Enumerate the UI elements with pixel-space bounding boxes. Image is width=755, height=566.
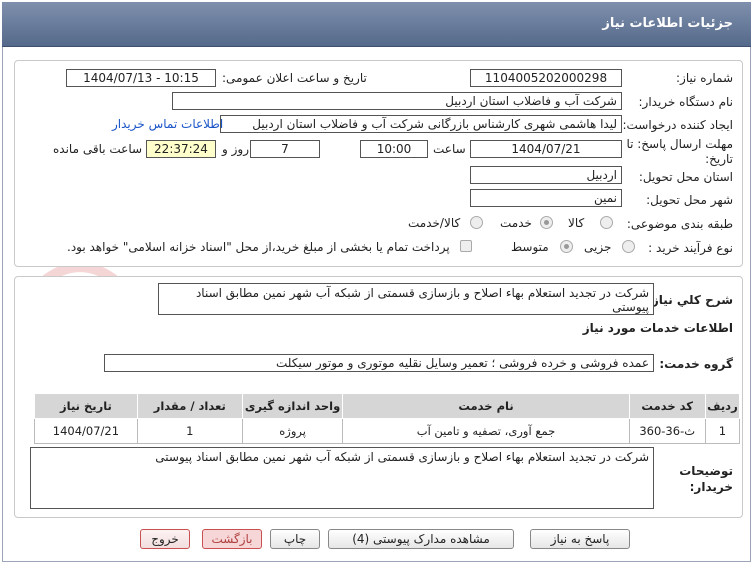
summary-textarea[interactable]: شرکت در تجدید استعلام بهاء اصلاح و بازسا…	[158, 283, 654, 315]
city-field: نمین	[470, 189, 622, 207]
deadline-date-field: 1404/07/21	[470, 140, 622, 158]
col-row-number: ردیف	[704, 393, 741, 419]
col-quantity: تعداد / مقدار	[136, 393, 243, 419]
cell-service-code: ث-36-360	[628, 418, 706, 444]
creator-field: لیدا هاشمی شهری کارشناس بازرگانی شرکت آب…	[220, 115, 622, 133]
col-service-code: کد خدمت	[628, 393, 706, 419]
col-need-date: تاریخ نیاز	[34, 393, 138, 419]
buyer-org-label: نام دستگاه خریدار:	[638, 95, 734, 109]
category-radio-service[interactable]	[540, 216, 553, 229]
creator-label: ایجاد کننده درخواست:	[622, 118, 733, 132]
category-label: طبقه بندی موضوعی:	[626, 217, 733, 231]
back-button[interactable]: بازگشت	[202, 529, 262, 549]
header-bar: جزئیات اطلاعات نیاز	[2, 2, 751, 47]
buyer-org-field: شرکت آب و فاضلاب استان اردبیل	[172, 92, 622, 110]
cell-need-date: 1404/07/21	[34, 418, 138, 444]
summary-label: شرح کلي نياز:	[647, 293, 733, 307]
service-group-label: گروه خدمت:	[659, 357, 733, 371]
category-option-goods-service: کالا/خدمت	[408, 216, 461, 230]
cell-service-name: جمع آوری، تصفیه و تامین آب	[342, 418, 630, 444]
province-label: استان محل تحویل:	[638, 170, 733, 184]
buyer-notes-label-2: خریدار:	[689, 480, 733, 494]
buyer-contact-link[interactable]: اطلاعات تماس خریدار	[112, 117, 223, 131]
process-label: نوع فرآیند خرید :	[648, 241, 733, 255]
deadline-time-label: ساعت	[433, 142, 466, 156]
deadline-label: مهلت ارسال پاسخ: تا	[626, 137, 733, 151]
col-unit: واحد اندازه گیری	[241, 393, 344, 419]
category-radio-goods-service[interactable]	[470, 216, 483, 229]
category-option-goods: کالا	[568, 216, 585, 230]
remaining-time-field: 22:37:24	[146, 140, 216, 158]
process-option-minor: جزیی	[584, 240, 612, 254]
col-service-name: نام خدمت	[342, 393, 630, 419]
need-number-field: 1104005202000298	[470, 69, 622, 87]
days-field: 7	[250, 140, 320, 158]
cell-row-number: 1	[704, 418, 741, 444]
buyer-notes-label: توضیحات	[679, 464, 733, 478]
announce-field: 1404/07/13 - 10:15	[66, 69, 216, 87]
need-number-label: شماره نیاز:	[676, 71, 733, 85]
services-table-header: ردیف کد خدمت نام خدمت واحد اندازه گیری ت…	[34, 393, 741, 419]
province-field: اردبیل	[470, 166, 622, 184]
reply-button[interactable]: پاسخ به نیاز	[530, 529, 630, 549]
remaining-label: ساعت باقی مانده	[53, 142, 143, 156]
view-attachments-button[interactable]: مشاهده مدارک پیوستی (4)	[328, 529, 514, 549]
process-radio-minor[interactable]	[622, 240, 635, 253]
treasury-payment-checkbox[interactable]	[460, 240, 472, 252]
city-label: شهر محل تحویل:	[646, 193, 733, 207]
table-row[interactable]: 1 ث-36-360 جمع آوری، تصفیه و تامین آب پر…	[34, 418, 741, 444]
process-option-medium: متوسط	[511, 240, 549, 254]
announce-label: تاریخ و ساعت اعلان عمومی:	[222, 71, 367, 85]
cell-quantity: 1	[136, 418, 243, 444]
service-group-field: عمده فروشی و خرده فروشی ؛ تعمیر وسایل نق…	[104, 354, 654, 372]
cell-unit: پروژه	[241, 418, 344, 444]
exit-button[interactable]: خروج	[140, 529, 190, 549]
category-option-service: خدمت	[500, 216, 532, 230]
page-title: جزئیات اطلاعات نیاز	[602, 16, 733, 31]
deadline-label-2: تاریخ:	[705, 152, 733, 166]
services-table: ردیف کد خدمت نام خدمت واحد اندازه گیری ت…	[34, 393, 741, 444]
payment-note: پرداخت تمام یا بخشی از مبلغ خرید،از محل …	[67, 240, 450, 254]
services-section-title: اطلاعات خدمات مورد نیاز	[582, 321, 733, 335]
print-button[interactable]: چاپ	[270, 529, 320, 549]
category-radio-goods[interactable]	[600, 216, 613, 229]
deadline-time-field: 10:00	[360, 140, 428, 158]
days-label: روز و	[222, 142, 249, 156]
buyer-notes-textarea[interactable]: شرکت در تجدید استعلام بهاء اصلاح و بازسا…	[30, 447, 654, 509]
process-radio-medium[interactable]	[560, 240, 573, 253]
